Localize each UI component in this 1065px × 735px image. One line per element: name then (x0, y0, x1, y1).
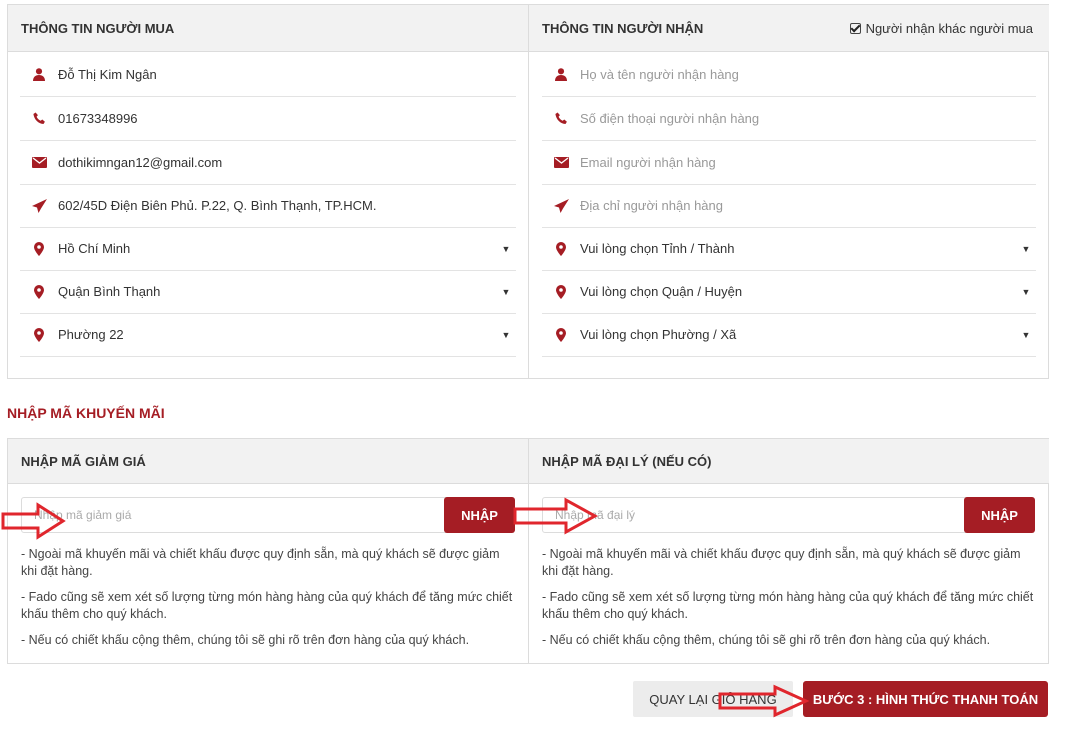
receiver-district-placeholder: Vui lòng chọn Quận / Huyện (580, 284, 743, 299)
receiver-address-field[interactable]: Địa chỉ người nhận hàng (542, 184, 1036, 228)
promo-section-title: NHẬP MÃ KHUYẾN MÃI (7, 405, 165, 421)
receiver-email-field[interactable]: Email người nhận hàng (542, 141, 1036, 185)
promo-panel: NHẬP MÃ GIẢM GIÁ NHẬP MÃ ĐẠI LÝ (NẾU CÓ)… (7, 438, 1049, 664)
buyer-phone-field[interactable]: 01673348996 (20, 97, 516, 141)
discount-code-placeholder: Nhập mã giảm giá (34, 508, 132, 522)
receiver-title: THÔNG TIN NGƯỜI NHẬN (542, 21, 704, 36)
panel-divider (528, 5, 529, 378)
receiver-ward-select[interactable]: Vui lòng chọn Phường / Xã ▼ (542, 313, 1036, 357)
map-marker-icon (542, 284, 580, 299)
receiver-phone-field[interactable]: Số điện thoại người nhận hàng (542, 97, 1036, 141)
receiver-name-field[interactable]: Họ và tên người nhận hàng (542, 53, 1036, 97)
buyer-city-value: Hồ Chí Minh (58, 241, 131, 256)
receiver-name-placeholder: Họ và tên người nhận hàng (580, 67, 739, 82)
discount-title: NHẬP MÃ GIẢM GIÁ (21, 454, 146, 469)
map-marker-icon (542, 241, 580, 256)
note-item: - Fado cũng sẽ xem xét số lượng từng món… (21, 590, 513, 621)
paper-plane-icon (20, 198, 58, 213)
receiver-city-select[interactable]: Vui lòng chọn Tỉnh / Thành ▼ (542, 227, 1036, 271)
agent-header: NHẬP MÃ ĐẠI LÝ (NẾU CÓ) (529, 439, 1049, 484)
caret-down-icon: ▼ (1021, 329, 1031, 340)
receiver-district-select[interactable]: Vui lòng chọn Quận / Huyện ▼ (542, 270, 1036, 314)
discount-header: NHẬP MÃ GIẢM GIÁ (8, 439, 529, 484)
note-item: - Ngoài mã khuyến mãi và chiết khấu được… (542, 547, 1021, 578)
buyer-header: THÔNG TIN NGƯỜI MUA (8, 5, 529, 52)
note-item: - Nếu có chiết khấu cộng thêm, chúng tôi… (542, 633, 991, 647)
buyer-phone-value: 01673348996 (58, 111, 138, 126)
receiver-ward-placeholder: Vui lòng chọn Phường / Xã (580, 327, 737, 342)
phone-icon (542, 112, 580, 125)
map-marker-icon (20, 327, 58, 342)
buyer-email-value: dothikimngan12@gmail.com (58, 155, 223, 170)
shipping-info-panel: THÔNG TIN NGƯỜI MUA THÔNG TIN NGƯỜI NHẬN… (7, 4, 1049, 379)
buyer-address-value: 602/45D Điện Biên Phủ. P.22, Q. Bình Thạ… (58, 198, 377, 213)
discount-notes: - Ngoài mã khuyến mãi và chiết khấu được… (21, 546, 516, 658)
phone-icon (20, 112, 58, 125)
envelope-icon (20, 157, 58, 168)
apply-agent-button[interactable]: NHẬP (964, 497, 1035, 533)
buyer-name-field[interactable]: Đỗ Thị Kim Ngân (20, 53, 516, 97)
receiver-city-placeholder: Vui lòng chọn Tỉnh / Thành (580, 241, 735, 256)
agent-code-placeholder: Nhập mã đại lý (555, 508, 636, 522)
agent-title: NHẬP MÃ ĐẠI LÝ (NẾU CÓ) (542, 454, 712, 469)
discount-code-input[interactable]: Nhập mã giảm giá (21, 497, 451, 533)
buyer-city-select[interactable]: Hồ Chí Minh ▼ (20, 227, 516, 271)
map-marker-icon (542, 327, 580, 342)
buyer-email-field[interactable]: dothikimngan12@gmail.com (20, 141, 516, 185)
buyer-district-value: Quận Bình Thạnh (58, 284, 161, 299)
buyer-ward-select[interactable]: Phường 22 ▼ (20, 313, 516, 357)
caret-down-icon: ▼ (1021, 243, 1031, 254)
paper-plane-icon (542, 198, 580, 213)
agent-code-input[interactable]: Nhập mã đại lý (542, 497, 972, 533)
caret-down-icon: ▼ (501, 243, 511, 254)
agent-notes: - Ngoài mã khuyến mãi và chiết khấu được… (542, 546, 1037, 658)
caret-down-icon: ▼ (1021, 286, 1031, 297)
envelope-icon (542, 157, 580, 168)
buyer-ward-value: Phường 22 (58, 327, 124, 342)
note-item: - Nếu có chiết khấu cộng thêm, chúng tôi… (21, 633, 470, 647)
note-item: - Ngoài mã khuyến mãi và chiết khấu được… (21, 547, 500, 578)
receiver-phone-placeholder: Số điện thoại người nhận hàng (580, 111, 760, 126)
receiver-email-placeholder: Email người nhận hàng (580, 155, 716, 170)
buyer-name-value: Đỗ Thị Kim Ngân (58, 67, 157, 82)
note-item: - Fado cũng sẽ xem xét số lượng từng món… (542, 590, 1034, 621)
back-to-cart-button[interactable]: QUAY LẠI GIỎ HÀNG (633, 681, 793, 717)
buyer-address-field[interactable]: 602/45D Điện Biên Phủ. P.22, Q. Bình Thạ… (20, 184, 516, 228)
checkbox-checked-icon[interactable] (849, 23, 861, 34)
buyer-district-select[interactable]: Quận Bình Thạnh ▼ (20, 270, 516, 314)
user-icon (20, 68, 58, 81)
caret-down-icon: ▼ (501, 329, 511, 340)
buyer-title: THÔNG TIN NGƯỜI MUA (21, 21, 175, 36)
next-step-payment-button[interactable]: BƯỚC 3 : HÌNH THỨC THANH TOÁN (803, 681, 1048, 717)
map-marker-icon (20, 241, 58, 256)
apply-discount-button[interactable]: NHẬP (444, 497, 515, 533)
user-icon (542, 68, 580, 81)
map-marker-icon (20, 284, 58, 299)
receiver-address-placeholder: Địa chỉ người nhận hàng (580, 198, 723, 213)
different-receiver-label: Người nhận khác người mua (865, 21, 1033, 36)
promo-divider (528, 439, 529, 663)
caret-down-icon: ▼ (501, 286, 511, 297)
receiver-header: THÔNG TIN NGƯỜI NHẬN Người nhận khác ngư… (529, 5, 1049, 52)
different-receiver-checkbox[interactable]: Người nhận khác người mua (849, 5, 1033, 52)
